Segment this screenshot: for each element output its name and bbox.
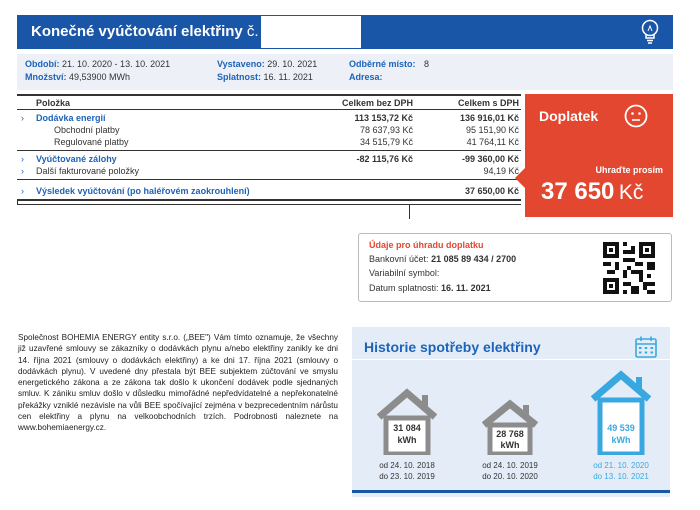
history-value-2018: 31 084 <box>393 423 421 433</box>
lightbulb-icon <box>641 19 659 44</box>
row-advances[interactable]: Vyúčtované zálohy <box>36 154 117 164</box>
history-from-2018: od 24. 10. 2018 <box>379 461 435 470</box>
row-advances-without-vat: -82 115,76 Kč <box>356 154 413 164</box>
doplatek-amount: 37 650 Kč <box>541 178 643 206</box>
bill-header: Konečné vyúčtování elektřiny č. 1 <box>17 15 673 49</box>
history-bottom-bar <box>352 490 670 493</box>
address: Adresa: <box>349 72 383 82</box>
table-rule <box>17 179 521 180</box>
row-expand-icon[interactable]: › <box>21 113 24 123</box>
row-advances-with-vat: -99 360,00 Kč <box>461 154 519 164</box>
doplatek-pointer <box>515 168 525 188</box>
payment-title: Údaje pro úhradu doplatku <box>369 240 484 250</box>
termination-notice: Společnost BOHEMIA ENERGY entity s.r.o. … <box>18 333 338 433</box>
period: Období: 21. 10. 2020 - 13. 10. 2021 <box>25 59 171 69</box>
pay-request-label: Uhraďte prosím <box>595 165 663 175</box>
history-to-2018: do 23. 10. 2019 <box>379 472 435 481</box>
doplatek-box: Doplatek Uhraďte prosím 37 650 Kč <box>525 94 673 217</box>
bill-title: Konečné vyúčtování elektřiny č. 1 <box>31 23 271 40</box>
payment-due-date: Datum splatnosti: 16. 11. 2021 <box>369 283 491 293</box>
row-regulated-without-vat: 34 515,79 Kč <box>359 137 413 147</box>
history-from-2019: od 24. 10. 2019 <box>482 461 538 470</box>
table-rule <box>17 150 521 151</box>
payment-details: Údaje pro úhradu doplatku Bankovní účet:… <box>358 233 672 302</box>
row-expand-icon[interactable]: › <box>21 154 24 164</box>
redacted-number-mask <box>261 16 361 48</box>
row-expand-icon[interactable]: › <box>21 166 24 176</box>
row-expand-icon[interactable]: › <box>21 186 24 196</box>
row-commercial-payments: Obchodní platby <box>54 125 120 135</box>
history-divider <box>352 359 670 360</box>
history-from-2021: od 21. 10. 2020 <box>593 461 649 470</box>
row-commercial-without-vat: 78 637,93 Kč <box>359 125 413 135</box>
row-result[interactable]: Výsledek vyúčtování (po haléřovém zaokro… <box>36 186 250 196</box>
col-header-with-vat: Celkem s DPH <box>457 98 519 108</box>
history-unit-2018: kWh <box>397 435 417 445</box>
row-energy-supply-with-vat: 136 916,01 Kč <box>459 113 519 123</box>
row-regulated-payments: Regulované platby <box>54 137 129 147</box>
due-date: Splatnost: 16. 11. 2021 <box>217 72 313 82</box>
row-result-with-vat: 37 650,00 Kč <box>464 186 519 196</box>
consumption-history: Historie spotřeby elektřiny 31 084 kWh o… <box>352 327 670 497</box>
row-regulated-with-vat: 41 764,11 Kč <box>466 137 519 147</box>
amount-currency: Kč <box>618 181 644 204</box>
history-unit-2019: kWh <box>500 440 520 450</box>
row-energy-supply-without-vat: 113 153,72 Kč <box>354 113 413 123</box>
table-bottom-bracket <box>17 199 521 205</box>
bill-title-text: Konečné vyúčtování elektřiny <box>31 23 243 40</box>
col-header-without-vat: Celkem bez DPH <box>341 98 413 108</box>
table-divider <box>409 205 410 219</box>
variable-symbol: Variabilní symbol: <box>369 268 440 278</box>
row-commercial-with-vat: 95 151,90 Kč <box>465 125 519 135</box>
table-header-rule <box>17 109 521 110</box>
history-value-2021: 49 539 <box>607 423 635 433</box>
history-to-2019: do 20. 10. 2020 <box>482 472 538 481</box>
history-to-2021: do 13. 10. 2021 <box>593 472 649 481</box>
issued: Vystaveno: 29. 10. 2021 <box>217 59 318 69</box>
table-top-rule <box>17 94 521 96</box>
calendar-icon <box>635 336 657 358</box>
history-title: Historie spotřeby elektřiny <box>364 339 541 355</box>
qr-code-icon <box>603 242 655 294</box>
quantity: Množství: 49,53900 MWh <box>25 72 131 82</box>
sad-face-icon <box>624 104 648 128</box>
col-header-item: Položka <box>36 98 71 108</box>
row-other-items[interactable]: Další fakturované položky <box>36 166 139 176</box>
history-value-2019: 28 768 <box>496 429 524 439</box>
bill-info: Období: 21. 10. 2020 - 13. 10. 2021 Množ… <box>17 54 673 90</box>
amount-value: 37 650 <box>541 178 615 205</box>
row-other-items-with-vat: 94,19 Kč <box>483 166 519 176</box>
supply-point: Odběrné místo: 8 <box>349 59 430 69</box>
row-energy-supply[interactable]: Dodávka energií <box>36 113 106 123</box>
bank-account: Bankovní účet: 21 085 89 434 / 2700 <box>369 254 517 264</box>
history-unit-2021: kWh <box>611 435 631 445</box>
doplatek-title: Doplatek <box>539 108 599 124</box>
